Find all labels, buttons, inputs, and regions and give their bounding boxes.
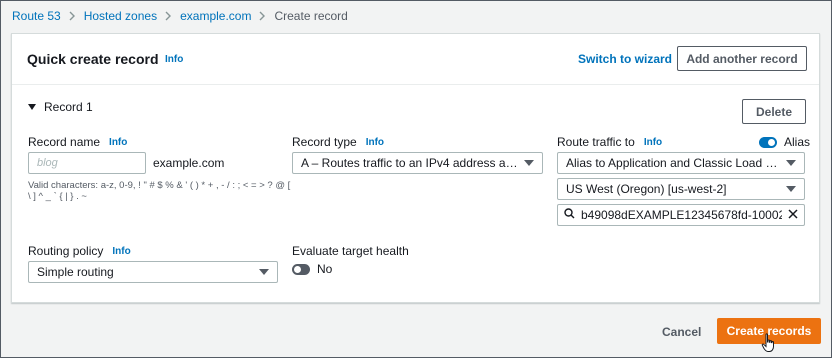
chevron-right-icon: [69, 11, 76, 21]
routing-policy-value: Simple routing: [37, 265, 114, 279]
record-name-hint-line1: Valid characters: a-z, 0-9, ! " # $ % & …: [28, 180, 291, 191]
alias-toggle[interactable]: [759, 137, 777, 148]
routing-policy-label: Routing policy Info: [28, 244, 131, 258]
record-name-input[interactable]: [37, 157, 137, 169]
routing-policy-info-link[interactable]: Info: [112, 246, 130, 257]
toggle-knob: [768, 139, 775, 146]
caret-down-icon: [524, 160, 534, 166]
quick-create-panel: Quick create record Info Switch to wizar…: [11, 33, 820, 303]
route-traffic-label-text: Route traffic to: [557, 135, 635, 149]
caret-down-icon: [786, 186, 796, 192]
breadcrumb-current: Create record: [274, 9, 348, 23]
load-balancer-search-value: b49098dEXAMPLE12345678fd-1000252: [581, 208, 782, 222]
endpoint-type-value: Alias to Application and Classic Load Ba…: [566, 156, 780, 170]
region-value: US West (Oregon) [us-west-2]: [566, 182, 727, 196]
target-health-toggle[interactable]: [292, 264, 310, 275]
clear-icon[interactable]: [788, 208, 798, 222]
breadcrumb-route53[interactable]: Route 53: [12, 9, 61, 23]
record-type-value: A – Routes traffic to an IPv4 address an…: [301, 156, 518, 170]
chevron-right-icon: [165, 11, 172, 21]
domain-suffix: example.com: [153, 156, 225, 170]
breadcrumb: Route 53 Hosted zones example.com Create…: [12, 8, 348, 24]
target-health-toggle-label: No: [317, 262, 333, 276]
record-type-info-link[interactable]: Info: [366, 137, 384, 148]
record-type-select[interactable]: A – Routes traffic to an IPv4 address an…: [292, 152, 543, 174]
load-balancer-search[interactable]: b49098dEXAMPLE12345678fd-1000252: [557, 204, 805, 226]
target-health-label: Evaluate target health: [292, 244, 409, 258]
record-expander-label: Record 1: [44, 100, 93, 114]
routing-policy-label-text: Routing policy: [28, 244, 104, 258]
record-name-label: Record name Info: [28, 135, 127, 149]
record-expander[interactable]: Record 1: [28, 100, 93, 114]
record-type-label: Record type Info: [292, 135, 384, 149]
alias-toggle-label: Alias: [784, 135, 811, 149]
title-info-link[interactable]: Info: [165, 54, 183, 65]
record-name-input-wrapper: [28, 152, 146, 174]
caret-down-icon: [28, 104, 36, 110]
breadcrumb-example-com[interactable]: example.com: [180, 9, 251, 23]
caret-down-icon: [259, 269, 269, 275]
record-name-label-text: Record name: [28, 135, 101, 149]
record-name-hint-line2: \ ] ^ _ ` { | } . ~: [28, 191, 87, 202]
panel-header: Quick create record Info Switch to wizar…: [12, 34, 819, 85]
record-name-info-link[interactable]: Info: [109, 137, 127, 148]
add-another-record-button[interactable]: Add another record: [677, 46, 807, 71]
breadcrumb-hosted-zones[interactable]: Hosted zones: [84, 9, 157, 23]
delete-record-button[interactable]: Delete: [742, 99, 806, 124]
page-title: Quick create record: [27, 51, 159, 67]
switch-to-wizard-link[interactable]: Switch to wizard: [578, 52, 672, 66]
hand-cursor-icon: [761, 333, 777, 356]
caret-down-icon: [786, 160, 796, 166]
routing-policy-select[interactable]: Simple routing: [28, 261, 278, 283]
chevron-right-icon: [259, 11, 266, 21]
cancel-button[interactable]: Cancel: [662, 325, 701, 339]
record-type-label-text: Record type: [292, 135, 357, 149]
route-traffic-label: Route traffic to Info: [557, 135, 662, 149]
toggle-knob: [294, 266, 301, 273]
search-icon: [564, 208, 575, 222]
region-select[interactable]: US West (Oregon) [us-west-2]: [557, 178, 805, 200]
endpoint-type-select[interactable]: Alias to Application and Classic Load Ba…: [557, 152, 805, 174]
route-traffic-info-link[interactable]: Info: [644, 137, 662, 148]
